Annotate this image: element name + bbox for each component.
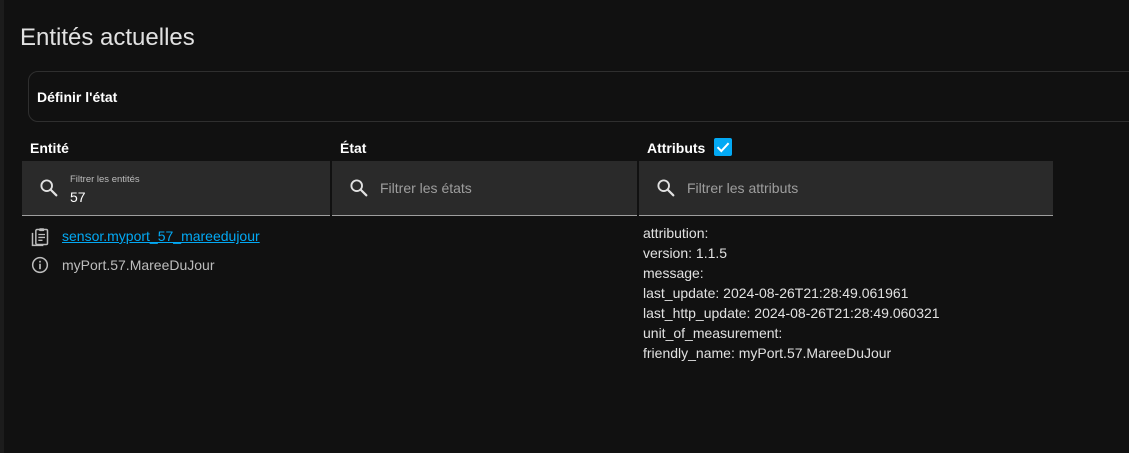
check-icon: [716, 142, 730, 153]
info-icon[interactable]: [30, 255, 50, 275]
attributes-column-header: Attributs: [647, 140, 706, 156]
entity-attributes: attribution: version: 1.1.5 message: las…: [643, 223, 940, 363]
entity-id-link[interactable]: sensor.myport_57_mareedujour: [62, 228, 260, 244]
attribute-line: unit_of_measurement:: [643, 325, 783, 341]
entity-filter-value[interactable]: 57: [70, 189, 86, 205]
attribute-line: message:: [643, 265, 704, 281]
attribute-line: last_http_update: 2024-08-26T21:28:49.06…: [643, 305, 940, 321]
entity-filter-input[interactable]: Filtrer les entités 57: [22, 161, 330, 216]
attributes-filter-input[interactable]: Filtrer les attributs: [639, 161, 1053, 216]
entity-filter-label: Filtrer les entités: [70, 174, 140, 185]
attributes-checkbox[interactable]: [714, 138, 732, 156]
state-column-header: État: [340, 140, 367, 156]
search-icon: [657, 179, 675, 197]
state-filter-placeholder: Filtrer les états: [380, 180, 472, 196]
clipboard-copy-icon[interactable]: [30, 227, 50, 247]
attribute-line: friendly_name: myPort.57.MareeDuJour: [643, 345, 892, 361]
search-icon: [40, 179, 58, 197]
attribute-line: version: 1.1.5: [643, 245, 728, 261]
entity-column-header: Entité: [30, 140, 69, 156]
set-state-card[interactable]: Définir l'état: [28, 71, 1129, 122]
attribute-line: last_update: 2024-08-26T21:28:49.061961: [643, 285, 909, 301]
entity-friendly-name: myPort.57.MareeDuJour: [62, 257, 215, 273]
search-icon: [350, 179, 368, 197]
attributes-filter-placeholder: Filtrer les attributs: [687, 180, 799, 196]
attribute-line: attribution:: [643, 225, 709, 241]
state-filter-input[interactable]: Filtrer les états: [332, 161, 637, 216]
set-state-card-title[interactable]: Définir l'état: [37, 89, 117, 105]
page-title: Entités actuelles: [20, 24, 195, 51]
left-sidebar-edge: [0, 0, 4, 453]
